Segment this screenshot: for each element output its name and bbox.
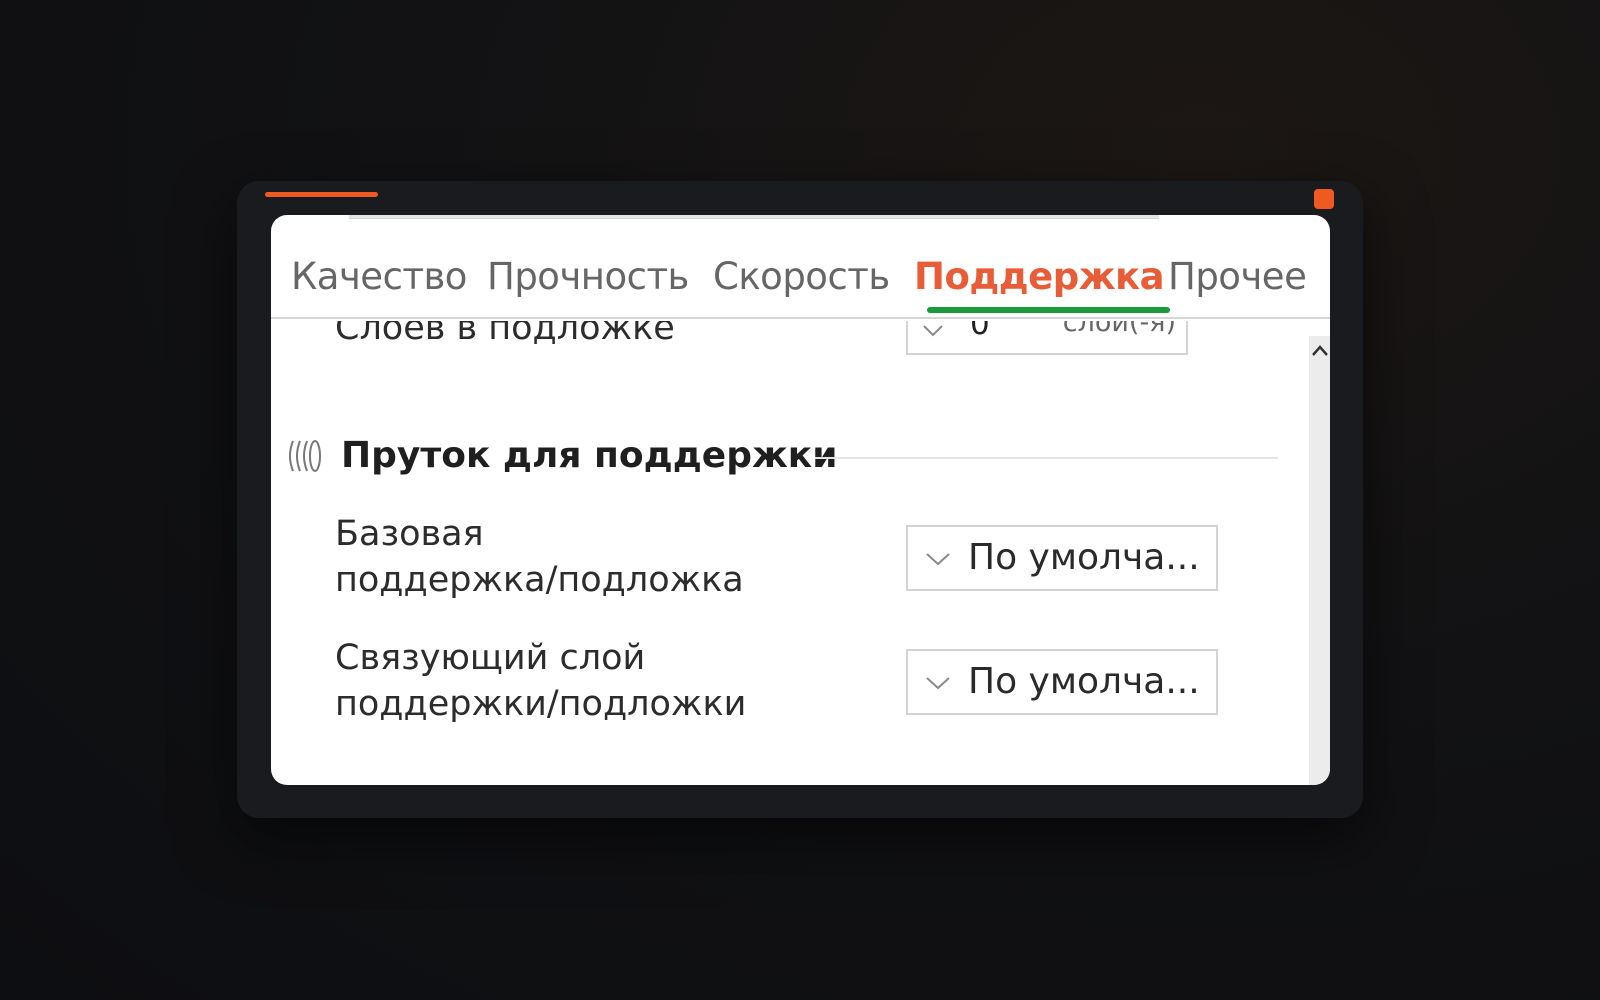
tab-speed[interactable]: Скорость [713, 255, 890, 298]
tab-strength[interactable]: Прочность [487, 255, 689, 298]
tab-support[interactable]: Поддержка [914, 255, 1165, 298]
raft-layers-unit: слой(-я) [1062, 321, 1176, 338]
support-base-filament-value[interactable]: По умолча... [968, 534, 1200, 582]
tab-quality[interactable]: Качество [291, 255, 467, 298]
section-title: Пруток для поддержки [341, 435, 838, 476]
tab-bar: Качество Прочность Скорость Поддержка Пр… [271, 215, 1330, 319]
accent-dot [1314, 189, 1334, 209]
support-base-label-line1: Базовая [335, 514, 484, 554]
tab-other[interactable]: Прочее [1168, 255, 1307, 298]
raft-layers-value[interactable]: 0 [970, 321, 990, 343]
settings-window-frame: Качество Прочность Скорость Поддержка Пр… [237, 181, 1363, 818]
raft-layers-label: Слоев в подложке [335, 321, 675, 348]
settings-panel: Качество Прочность Скорость Поддержка Пр… [271, 215, 1330, 785]
raft-layers-spinbox[interactable]: 0 слой(-я) [906, 321, 1188, 355]
support-base-label-line2: поддержка/подложка [335, 560, 744, 600]
support-interface-label-line2: поддержки/подложки [335, 684, 747, 724]
active-tab-underline [927, 307, 1170, 313]
support-interface-filament-value[interactable]: По умолча... [968, 658, 1200, 706]
support-interface-label-line1: Связующий слой [335, 638, 646, 678]
section-divider [815, 457, 1278, 459]
support-base-filament-select[interactable]: По умолча... [906, 525, 1218, 591]
chevron-down-icon[interactable] [924, 673, 952, 697]
support-interface-filament-select[interactable]: По умолча... [906, 649, 1218, 715]
chevron-down-icon[interactable] [924, 549, 952, 573]
settings-content: Слоев в подложке 0 слой(-я) Пруток для п… [271, 321, 1330, 785]
chevron-up-icon[interactable] [1311, 343, 1329, 363]
vertical-scrollbar[interactable] [1309, 336, 1330, 785]
accent-bar [265, 192, 378, 197]
support-filament-section-header: Пруток для поддержки [285, 431, 1285, 481]
chevron-down-icon[interactable] [920, 321, 946, 347]
filament-spool-icon [285, 437, 325, 479]
